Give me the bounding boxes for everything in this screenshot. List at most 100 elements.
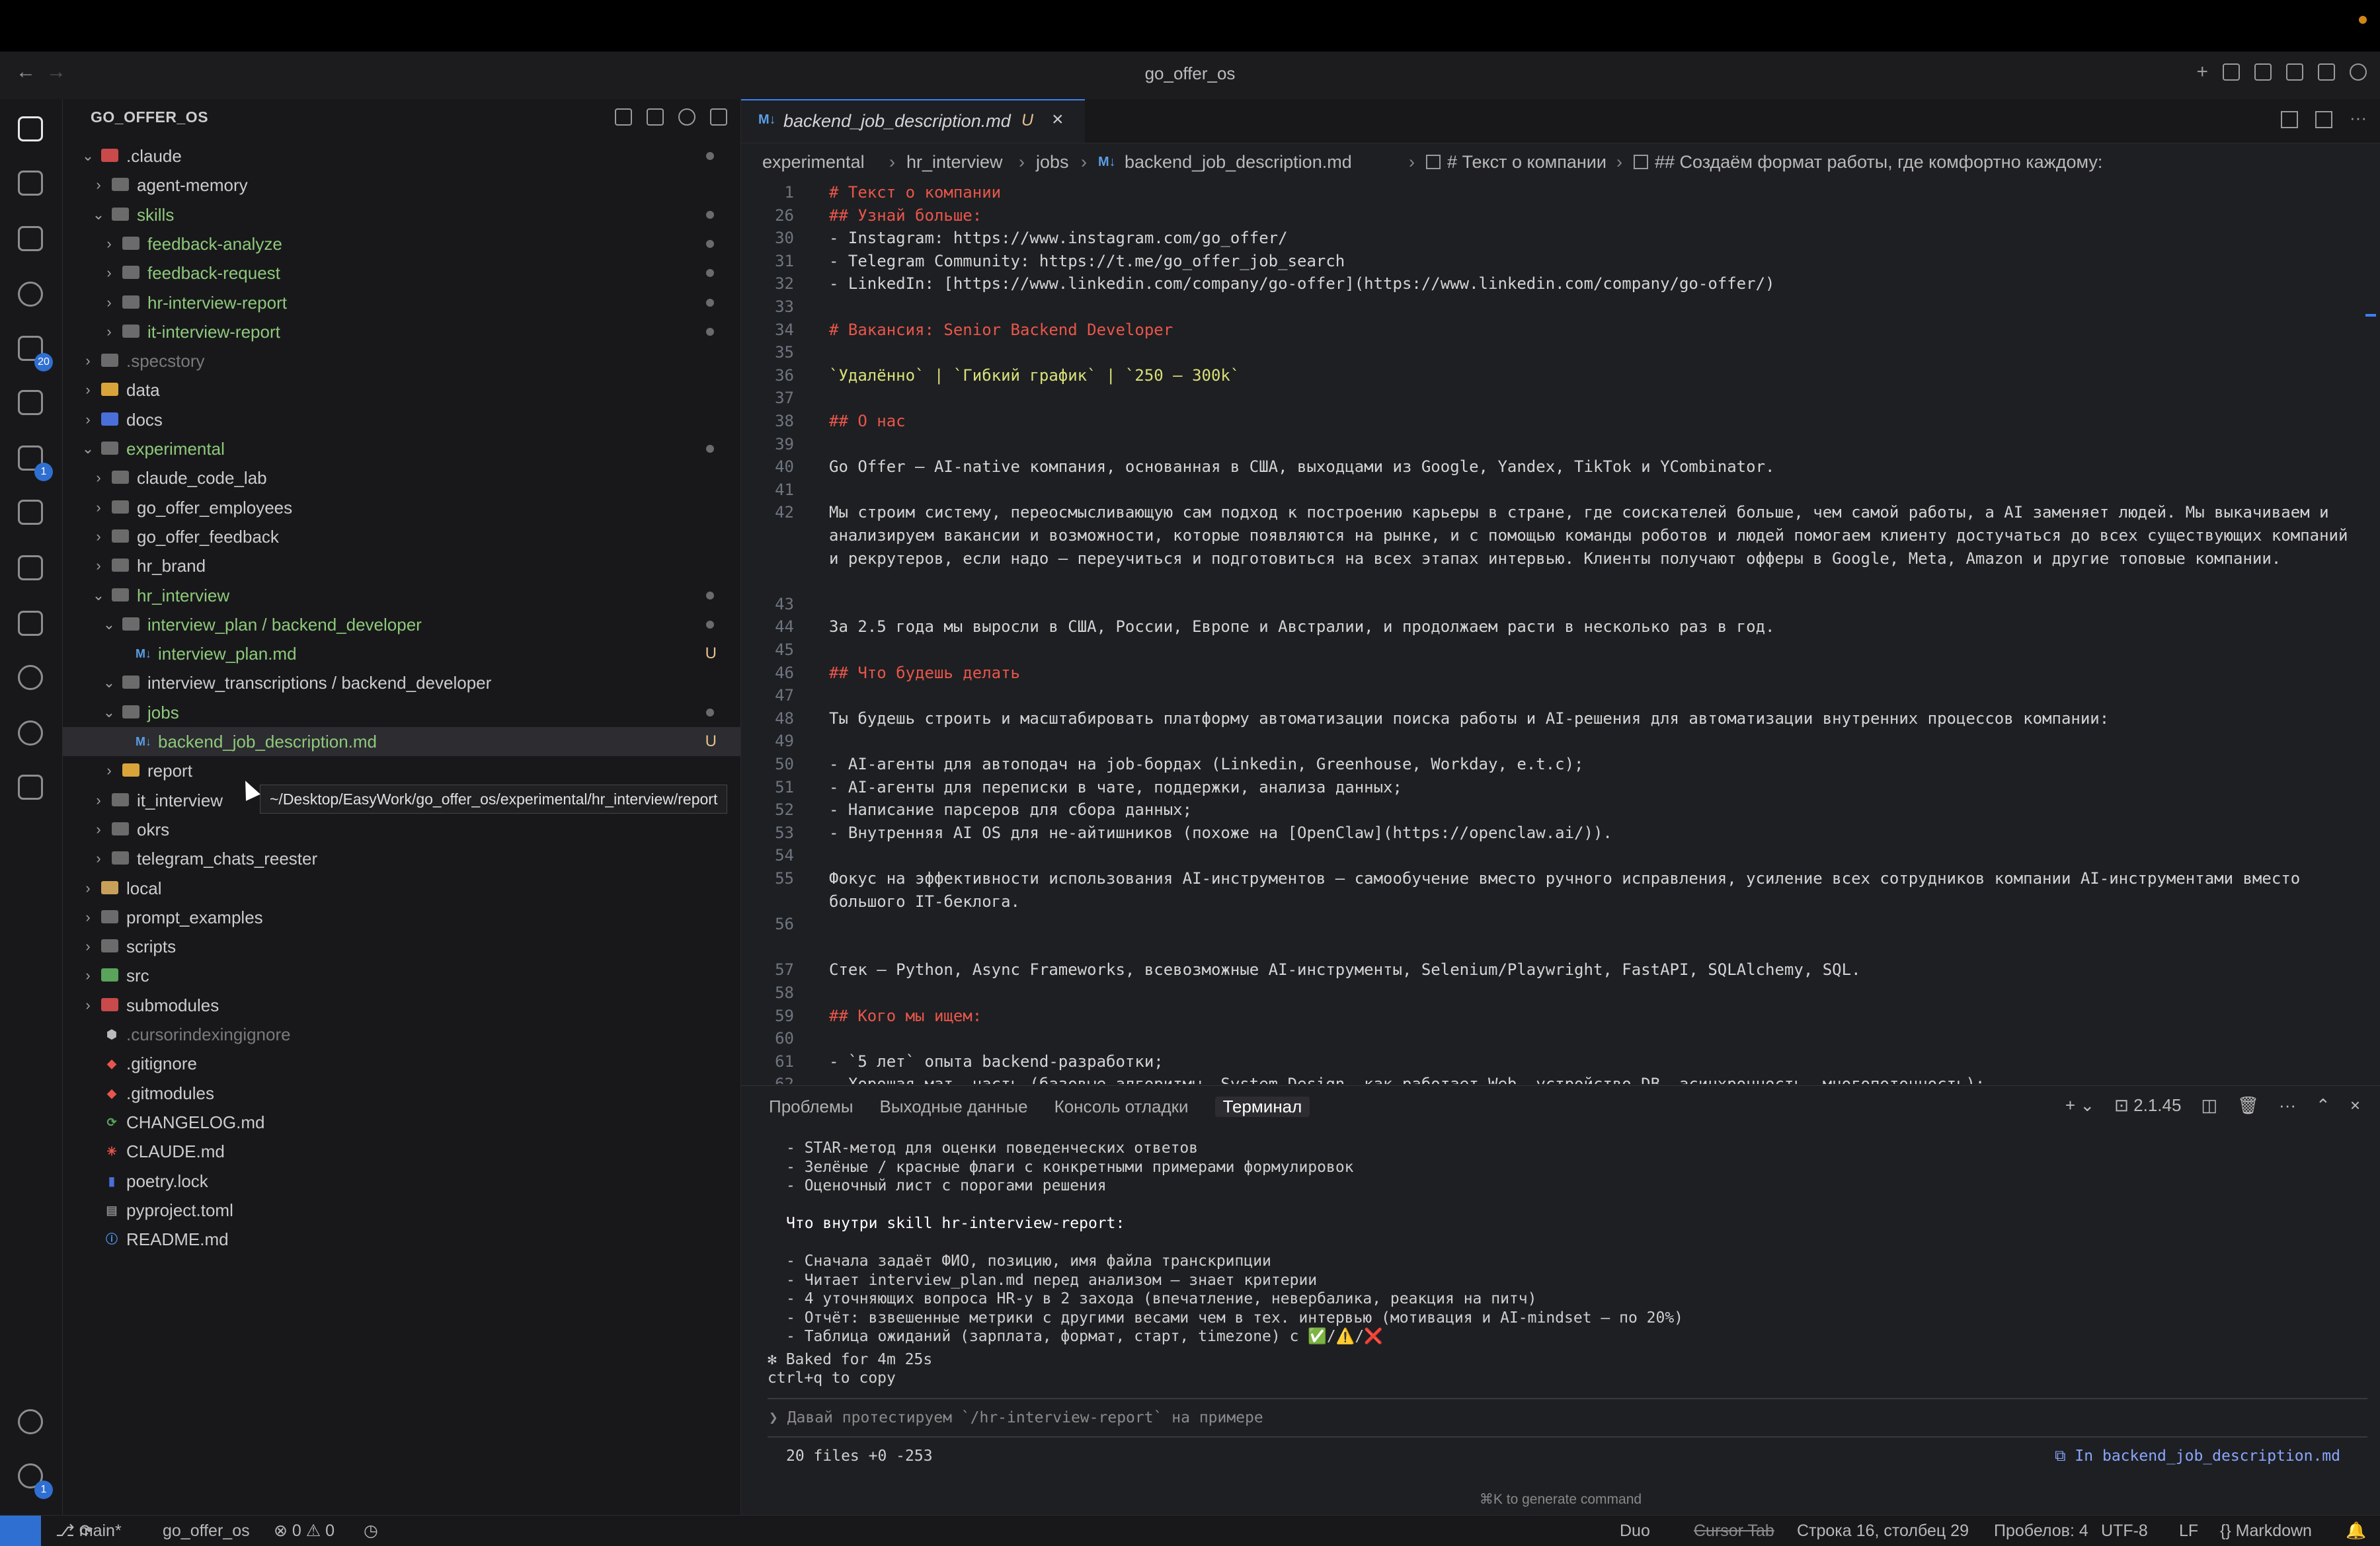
tree-file[interactable]: ◆ .gitignore (63, 1049, 740, 1078)
close-icon[interactable]: × (1052, 108, 1064, 131)
split-editor-icon[interactable] (2315, 111, 2333, 128)
breadcrumb-item[interactable]: experimental (762, 143, 865, 180)
tab-output[interactable]: Выходные данные (880, 1097, 1028, 1117)
layout-icon[interactable] (2318, 63, 2335, 81)
tree-folder[interactable]: › claude_code_lab (63, 463, 740, 492)
more-actions-icon[interactable]: ··· (2279, 1095, 2296, 1116)
chevron-down-icon[interactable]: ⌄ (102, 668, 116, 697)
chevron-down-icon[interactable]: ⌄ (102, 610, 116, 639)
tree-folder[interactable]: › hr_brand (63, 551, 740, 580)
encoding[interactable]: UTF-8 (2101, 1516, 2148, 1546)
tab-terminal[interactable]: Терминал (1214, 1097, 1310, 1117)
breadcrumb-item[interactable]: hr_interview (906, 143, 1003, 180)
bell-icon[interactable]: 🔔 (2346, 1516, 2366, 1546)
tree-folder[interactable]: › local (63, 874, 740, 903)
code-editor[interactable]: 1 # Текст о компании 26 ## Узнай больше: 30 -… (741, 180, 2380, 1084)
chevron-right-icon[interactable]: › (102, 229, 116, 258)
gitlab-icon[interactable] (18, 500, 43, 525)
tab-backend-job-description[interactable]: M↓ backend_job_description.md U × (741, 99, 1085, 143)
tab-debug-console[interactable]: Консоль отладки (1054, 1097, 1189, 1117)
toggle-panel-icon[interactable] (2254, 63, 2272, 81)
problems-count[interactable]: ⊗ 0 ⚠ 0 (274, 1516, 335, 1546)
chevron-right-icon[interactable]: › (102, 317, 116, 346)
chevron-right-icon[interactable]: › (81, 405, 95, 434)
indentation[interactable]: Пробелов: 4 (1994, 1516, 2088, 1546)
chevron-right-icon[interactable]: › (81, 346, 95, 375)
chevron-right-icon[interactable]: › (102, 258, 116, 288)
refresh-icon[interactable] (678, 108, 695, 126)
tree-folder[interactable]: › src (63, 961, 740, 990)
add-icon[interactable]: + (2196, 62, 2208, 82)
tree-folder[interactable]: › prompt_examples (63, 903, 740, 932)
new-file-icon[interactable] (615, 108, 632, 126)
tree-folder[interactable]: ⌄ experimental (63, 434, 740, 463)
notes-icon[interactable] (18, 775, 43, 800)
maximize-panel-icon[interactable]: ⌃ (2316, 1095, 2330, 1116)
remote-icon[interactable] (0, 1516, 41, 1546)
tree-file[interactable]: ◆ .gitmodules (63, 1079, 740, 1108)
github-icon[interactable] (18, 665, 43, 690)
branch-status[interactable]: ⎇ main* ⟳ (56, 1516, 122, 1546)
chevron-right-icon[interactable]: › (92, 786, 105, 815)
chevron-down-icon[interactable]: ⌄ (92, 581, 105, 610)
chevron-right-icon[interactable]: › (81, 991, 95, 1020)
cursor-tab-status[interactable]: Cursor Tab (1694, 1516, 1774, 1546)
breadcrumb-item[interactable]: backend_job_description.md (1125, 143, 1352, 180)
chevron-right-icon[interactable]: › (92, 815, 105, 844)
tree-file[interactable]: M↓ interview_plan.md U (63, 639, 740, 668)
run-debug-icon[interactable] (18, 226, 43, 251)
trash-icon[interactable]: 🗑 (2237, 1095, 2259, 1116)
gear-icon[interactable] (2350, 63, 2367, 81)
tree-folder[interactable]: › go_offer_employees (63, 493, 740, 522)
close-panel-icon[interactable]: × (2350, 1095, 2360, 1116)
search-icon[interactable] (18, 282, 43, 307)
tree-folder[interactable]: › go_offer_feedback (63, 522, 740, 551)
toggle-secondary-sidebar-icon[interactable] (2286, 63, 2303, 81)
split-terminal-icon[interactable]: ◫ (2201, 1095, 2217, 1116)
chevron-down-icon[interactable]: ⌄ (81, 141, 95, 171)
tree-folder[interactable]: ⌄ hr_interview (63, 581, 740, 610)
chevron-right-icon[interactable]: › (92, 171, 105, 200)
more-actions-icon[interactable]: ··· (2350, 109, 2367, 128)
history-icon[interactable]: ◷ (364, 1516, 378, 1546)
tree-folder[interactable]: › hr-interview-report (63, 288, 740, 317)
terminal-input[interactable]: ❯ Давай протестируем `/hr-interview-repo… (769, 1409, 2356, 1427)
tree-folder[interactable]: › .specstory (63, 346, 740, 375)
chevron-right-icon[interactable]: › (92, 522, 105, 551)
language-mode[interactable]: {} Markdown (2220, 1516, 2312, 1546)
tree-file[interactable]: ⟳ CHANGELOG.md (63, 1108, 740, 1137)
tree-folder[interactable]: ⌄ jobs (63, 698, 740, 727)
chevron-right-icon[interactable]: › (81, 961, 95, 990)
terminal-version[interactable]: ⊡ 2.1.45 (2114, 1095, 2181, 1116)
tree-file[interactable]: ✳ CLAUDE.md (63, 1137, 740, 1166)
tree-folder[interactable]: › feedback-analyze (63, 229, 740, 258)
explorer-icon[interactable] (18, 116, 43, 141)
flask-icon[interactable] (18, 171, 43, 196)
tree-folder[interactable]: › scripts (63, 932, 740, 961)
collapse-all-icon[interactable] (710, 108, 727, 126)
tree-folder[interactable]: › data (63, 375, 740, 405)
tree-file[interactable]: ⓘ README.md (63, 1225, 740, 1254)
tree-folder[interactable]: ⌄ interview_transcriptions / backend_deve… (63, 668, 740, 697)
tree-folder[interactable]: › submodules (63, 991, 740, 1020)
chevron-right-icon[interactable]: › (81, 903, 95, 932)
chevron-right-icon[interactable]: › (92, 463, 105, 492)
tree-file[interactable]: M↓ backend_job_description.md U (63, 727, 740, 756)
breadcrumb-item[interactable]: # Текст о компании (1447, 143, 1606, 180)
cursor-position[interactable]: Строка 16, столбец 29 (1797, 1516, 1969, 1546)
chevron-right-icon[interactable]: › (81, 874, 95, 903)
tree-folder[interactable]: ⌄ .claude (63, 141, 740, 171)
chevron-right-icon[interactable]: › (81, 932, 95, 961)
tree-folder[interactable]: › feedback-request (63, 258, 740, 288)
remote-explorer-icon[interactable] (18, 390, 43, 415)
line-ending[interactable]: LF (2179, 1516, 2198, 1546)
account-icon[interactable] (18, 1409, 43, 1434)
docker-icon[interactable] (18, 555, 43, 580)
project-name[interactable]: go_offer_os (163, 1516, 250, 1546)
chevron-down-icon[interactable]: ⌄ (102, 698, 116, 727)
new-folder-icon[interactable] (647, 108, 664, 126)
breadcrumb-item[interactable]: ## Создаём формат работы, где комфортно … (1655, 143, 2102, 180)
breadcrumb-item[interactable]: jobs (1036, 143, 1069, 180)
tree-folder[interactable]: › it-interview-report (63, 317, 740, 346)
tree-file[interactable]: ▤ pyproject.toml (63, 1196, 740, 1225)
